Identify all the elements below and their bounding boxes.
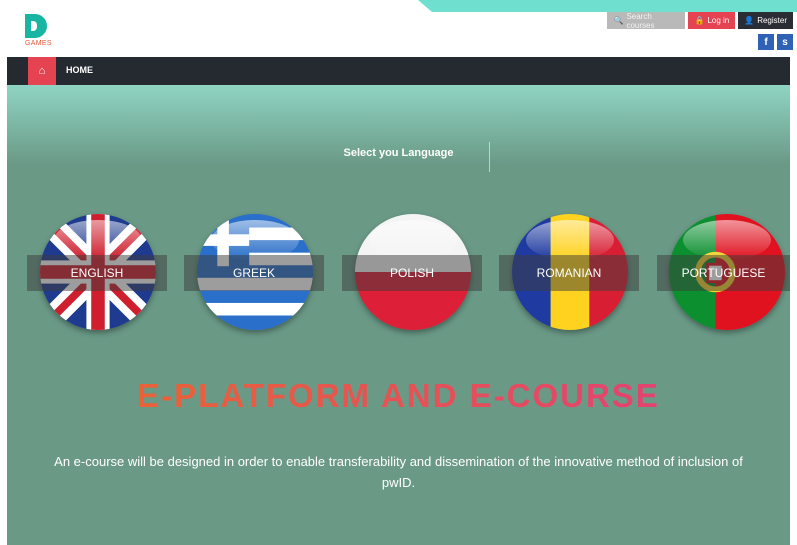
main-nav: ⌂ HOME <box>7 57 790 85</box>
language-greek[interactable]: GREEK <box>184 255 324 291</box>
language-portuguese[interactable]: PORTUGUESE <box>657 255 790 291</box>
skype-icon[interactable]: s <box>777 34 793 50</box>
heading-divider <box>489 142 490 172</box>
hero-section: Select you Language ENGLISH GREEK POLISH… <box>7 85 790 545</box>
login-button[interactable]: 🔒 Log in <box>688 12 736 29</box>
register-label: Register <box>757 16 787 25</box>
language-polish[interactable]: POLISH <box>342 255 482 291</box>
search-courses-label: Search courses <box>626 11 655 30</box>
home-icon[interactable]: ⌂ <box>28 57 56 85</box>
logo-mark <box>25 14 47 38</box>
course-description: An e-course will be designed in order to… <box>54 454 743 490</box>
logo-text: GAMES <box>25 40 52 47</box>
select-language-heading: Select you Language <box>343 147 454 159</box>
lock-icon: 🔒 <box>694 16 705 25</box>
social-links: f s <box>758 34 793 50</box>
facebook-icon[interactable]: f <box>758 34 774 50</box>
search-courses-button[interactable]: 🔍 Search courses <box>607 11 686 30</box>
nav-home-link[interactable]: HOME <box>66 65 93 75</box>
site-logo[interactable]: GAMES <box>25 14 55 50</box>
header-actions: 🔍 Search courses 🔒 Log in 👤 Register <box>607 11 793 30</box>
language-english[interactable]: ENGLISH <box>27 255 167 291</box>
language-romanian[interactable]: ROMANIAN <box>499 255 639 291</box>
register-button[interactable]: 👤 Register <box>738 12 793 29</box>
corner-accent <box>418 0 797 12</box>
search-icon: 🔍 <box>613 16 624 25</box>
platform-headline: E-PLATFORM AND E-COURSE <box>7 377 790 415</box>
user-icon: 👤 <box>744 16 755 25</box>
login-label: Log in <box>707 16 730 25</box>
